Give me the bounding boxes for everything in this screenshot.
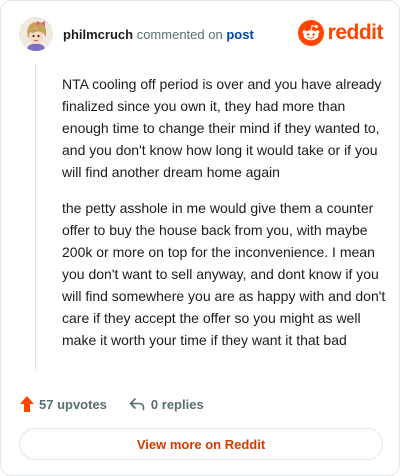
reddit-wordmark: reddit [327, 21, 384, 44]
comment-header: philmcruch commented on post reddit [19, 17, 384, 51]
thread-line [35, 63, 36, 371]
action-text: commented on [136, 27, 223, 42]
username-link[interactable]: philmcruch [63, 27, 133, 42]
upvote-count: 57 upvotes [39, 396, 107, 412]
comment-body: NTA cooling off period is over and you h… [62, 73, 386, 365]
post-link[interactable]: post [226, 27, 253, 42]
comment-paragraph: NTA cooling off period is over and you h… [62, 76, 382, 180]
view-more-button[interactable]: View more on Reddit [19, 428, 383, 460]
reddit-snoo-icon [297, 20, 324, 46]
reply-button[interactable]: 0 replies [129, 397, 204, 412]
comment-meta: philmcruch commented on post [63, 27, 254, 42]
reddit-logo[interactable]: reddit [297, 19, 384, 47]
upvote-arrow-icon [20, 396, 34, 412]
comment-actions: 57 upvotes 0 replies [19, 393, 204, 415]
reply-count: 0 replies [150, 396, 204, 412]
reply-arrow-icon [129, 398, 145, 411]
reddit-comment-embed: philmcruch commented on post reddit NTA … [0, 0, 400, 476]
upvote-button[interactable]: 57 upvotes [19, 395, 107, 413]
avatar-icon[interactable] [19, 17, 53, 51]
comment-paragraph: the petty asshole in me would give them … [62, 200, 386, 348]
